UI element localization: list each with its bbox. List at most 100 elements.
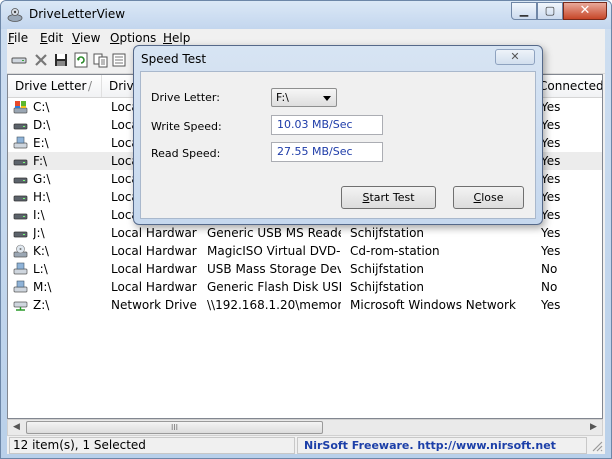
properties-icon[interactable] — [111, 52, 127, 68]
menu-label: ile — [14, 31, 29, 45]
table-row[interactable]: M:\ Local Hardware Generic Flash Disk USB … — [8, 278, 602, 296]
table-row[interactable]: J:\ Local Hardware Generic USB MS Reader .… — [8, 224, 602, 242]
cell-connected: Yes — [541, 118, 561, 132]
cell-connected: Yes — [541, 154, 561, 168]
usb-drive-icon — [13, 262, 28, 275]
start-test-button[interactable]: Start Test — [341, 186, 436, 209]
read-speed-field[interactable]: 27.55 MB/Sec — [271, 142, 383, 162]
cell-letter: G:\ — [33, 172, 51, 186]
refresh-icon[interactable] — [73, 52, 89, 68]
menu-label: dit — [47, 31, 64, 45]
hard-drive-icon — [13, 213, 28, 220]
save-icon[interactable] — [53, 52, 69, 68]
window-title: DriveLetterView — [29, 7, 126, 21]
app-icon — [7, 8, 23, 22]
cell-letter: L:\ — [33, 262, 48, 276]
minimize-button[interactable]: ▁ — [511, 2, 537, 20]
cell-connected: Yes — [541, 172, 561, 186]
menu-mnemonic: H — [163, 31, 173, 45]
cell-type: Local Hardware — [111, 262, 197, 276]
cell-connected: Yes — [541, 244, 561, 258]
scroll-left-icon[interactable]: ◀ — [8, 420, 25, 435]
cell-connected: Yes — [541, 298, 561, 312]
sort-indicator: / — [88, 79, 93, 93]
status-bar: 12 item(s), 1 Selected NirSoft Freeware.… — [7, 437, 605, 454]
hard-drive-icon — [13, 123, 28, 130]
cell-fs: Schijfstation — [350, 262, 425, 276]
title-bar[interactable]: DriveLetterView ▁ ▢ ✕ — [1, 1, 611, 29]
cell-connected: Yes — [541, 100, 561, 114]
hard-drive-icon — [13, 177, 28, 184]
cell-fs: Schijfstation — [350, 226, 425, 240]
close-window-button[interactable]: ✕ — [563, 2, 607, 20]
cell-letter: C:\ — [33, 100, 50, 114]
cell-letter: J:\ — [33, 226, 45, 240]
system-drive-icon — [13, 101, 28, 114]
cell-connected: Yes — [541, 226, 561, 240]
read-speed-label: Read Speed: — [151, 147, 221, 160]
menu-view[interactable]: View — [72, 31, 100, 45]
table-row[interactable]: L:\ Local Hardware USB Mass Storage Devic.… — [8, 260, 602, 278]
menu-options[interactable]: Options — [110, 31, 156, 45]
cell-letter: I:\ — [33, 208, 45, 222]
cell-letter: M:\ — [33, 280, 52, 294]
column-label: Connected — [539, 79, 603, 93]
drive-letter-value: F:\ — [276, 91, 289, 104]
cell-desc: Generic USB MS Reader ... — [207, 226, 341, 240]
drive-disconnect-icon[interactable] — [11, 52, 27, 68]
network-drive-icon — [13, 301, 28, 311]
menu-file[interactable]: File — [8, 31, 28, 45]
scroll-thumb[interactable]: III — [26, 421, 323, 434]
table-row[interactable]: Z:\ Network Drive \\192.168.1.20\memory_..… — [8, 296, 602, 314]
cell-letter: D:\ — [33, 118, 51, 132]
menu-mnemonic: V — [72, 31, 80, 45]
start-test-label: tart Test — [369, 191, 415, 204]
nirsoft-link[interactable]: NirSoft Freeware. http://www.nirsoft.net — [297, 437, 587, 454]
speed-test-dialog: Speed Test ✕ Drive Letter: F:\ Write Spe… — [133, 45, 543, 225]
cell-desc: Generic Flash Disk USB ... — [207, 280, 341, 294]
cell-connected: No — [541, 280, 558, 294]
column-label: Drive Letter — [15, 79, 87, 93]
cell-connected: Yes — [541, 136, 561, 150]
dialog-title: Speed Test — [141, 52, 207, 66]
close-button[interactable]: Close — [453, 186, 524, 209]
cell-fs: Microsoft Windows Network — [350, 298, 516, 312]
menu-edit[interactable]: Edit — [40, 31, 63, 45]
cell-letter: Z:\ — [33, 298, 50, 312]
cell-desc: MagicISO Virtual DVD-R... — [207, 244, 341, 258]
menu-label: iew — [79, 31, 101, 45]
table-row[interactable]: K:\ Local Hardware MagicISO Virtual DVD-R.… — [8, 242, 602, 260]
cell-type: Network Drive — [111, 298, 197, 312]
cell-letter: E:\ — [33, 136, 49, 150]
cell-type: Local Hardware — [111, 280, 197, 294]
column-header-drive-letter[interactable]: Drive Letter / — [8, 75, 102, 97]
hard-drive-icon — [13, 195, 28, 202]
dialog-body: Drive Letter: F:\ Write Speed: 10.03 MB/… — [140, 71, 536, 219]
write-speed-label: Write Speed: — [151, 120, 222, 133]
menu-label: ptions — [119, 31, 157, 45]
resize-grip-icon[interactable] — [590, 439, 603, 452]
close-label: lose — [481, 191, 504, 204]
cell-desc: USB Mass Storage Devic... — [207, 262, 341, 276]
status-count: 12 item(s), 1 Selected — [9, 437, 295, 454]
write-speed-field[interactable]: 10.03 MB/Sec — [271, 115, 383, 135]
cd-drive-icon — [13, 244, 28, 258]
menu-help[interactable]: Help — [163, 31, 190, 45]
maximize-button[interactable]: ▢ — [537, 2, 563, 20]
dialog-close-icon[interactable]: ✕ — [495, 49, 535, 65]
copy-icon[interactable] — [93, 52, 109, 68]
delete-icon[interactable] — [33, 52, 49, 68]
drive-letter-select[interactable]: F:\ — [271, 88, 337, 107]
cell-connected: No — [541, 262, 558, 276]
app-window: DriveLetterView ▁ ▢ ✕ File Edit View Option… — [0, 0, 612, 459]
cell-letter: K:\ — [33, 244, 49, 258]
hard-drive-icon — [13, 231, 28, 238]
menu-mnemonic: E — [40, 31, 48, 45]
drive-letter-label: Drive Letter: — [151, 91, 220, 104]
horizontal-scrollbar[interactable]: ◀ III ▶ — [7, 419, 603, 436]
cell-fs: Cd-rom-station — [350, 244, 440, 258]
scroll-right-icon[interactable]: ▶ — [585, 420, 602, 435]
usb-drive-icon — [13, 136, 28, 149]
cell-letter: F:\ — [33, 154, 48, 168]
cell-desc: \\192.168.1.20\memory_... — [207, 298, 341, 312]
